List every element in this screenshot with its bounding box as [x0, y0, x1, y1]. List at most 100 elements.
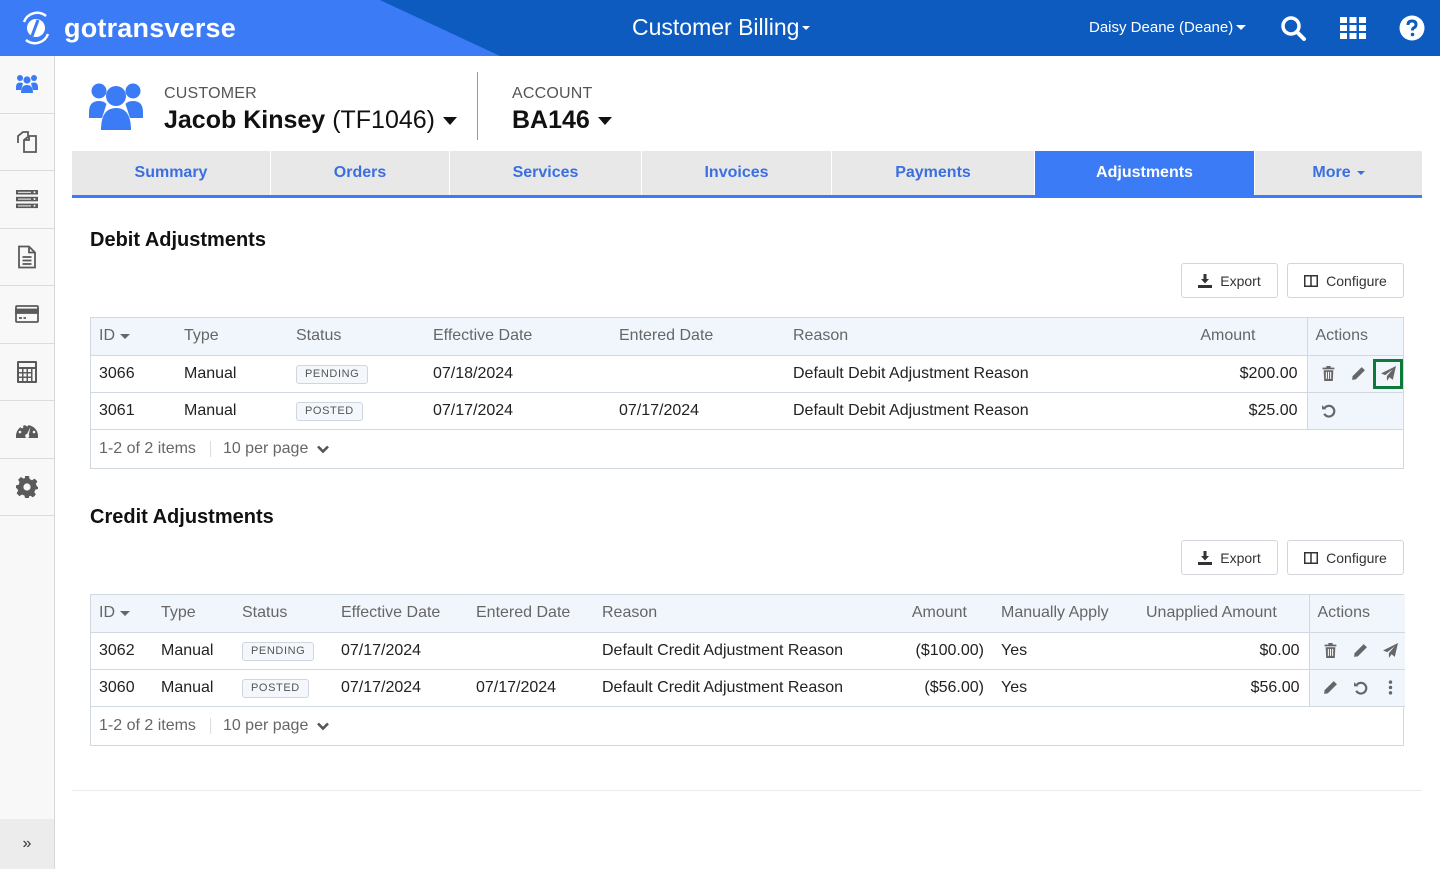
column-header-entered-date[interactable]: Entered Date	[611, 318, 785, 356]
search-icon[interactable]	[1279, 14, 1307, 42]
reverse-button[interactable]	[1314, 396, 1344, 426]
account-selector[interactable]: ACCOUNT BA146	[512, 72, 612, 135]
sidebar-item-settings[interactable]	[0, 459, 54, 516]
brand-logo[interactable]: gotransverse	[18, 10, 236, 46]
column-header-id[interactable]: ID	[91, 318, 176, 356]
calculator-icon	[17, 360, 37, 383]
column-header-manually-apply[interactable]: Manually Apply	[993, 595, 1138, 633]
user-menu[interactable]: Daisy Deane (Deane)	[1089, 19, 1247, 36]
brand-name: gotransverse	[64, 12, 236, 43]
sidebar-item-payments[interactable]	[0, 286, 54, 344]
tab-more-label: More	[1312, 164, 1351, 181]
delete-button[interactable]	[1316, 636, 1346, 666]
post-button[interactable]	[1375, 636, 1405, 666]
tab-summary[interactable]: Summary	[72, 151, 271, 195]
tab-payments[interactable]: Payments	[832, 151, 1035, 195]
column-header-reason[interactable]: Reason	[785, 318, 1085, 356]
column-header-type[interactable]: Type	[176, 318, 288, 356]
column-header-status[interactable]: Status	[288, 318, 425, 356]
column-header-status[interactable]: Status	[234, 595, 333, 633]
sidebar-item-documents[interactable]	[0, 114, 54, 171]
tab-orders[interactable]: Orders	[271, 151, 450, 195]
column-header-effective-date[interactable]: Effective Date	[333, 595, 468, 633]
cell-amount: ($56.00)	[854, 669, 993, 707]
export-label: Export	[1220, 549, 1261, 566]
debit-adjustments-title: Debit Adjustments	[90, 229, 266, 251]
column-header-effective-date[interactable]: Effective Date	[425, 318, 611, 356]
sidebar-item-calculator[interactable]	[0, 344, 54, 401]
cell-id: 3061	[91, 392, 176, 430]
sidebar-expand-button[interactable]: »	[0, 819, 54, 869]
per-page-dropdown[interactable]: 10 per page	[223, 440, 330, 458]
post-button[interactable]	[1373, 358, 1403, 389]
cell-type: Manual	[176, 355, 288, 393]
customer-code: (TF1046)	[332, 106, 435, 134]
debit-pager: 1-2 of 2 items 10 per page	[91, 430, 1403, 468]
chevron-down-icon	[317, 445, 330, 453]
table-row[interactable]: 3061 Manual POSTED 07/17/2024 07/17/2024…	[91, 392, 1403, 430]
caret-down-icon	[597, 116, 612, 125]
column-header-type[interactable]: Type	[153, 595, 234, 633]
credit-card-icon	[15, 305, 39, 324]
customer-name: Jacob Kinsey	[164, 106, 326, 134]
cell-entered-date: 07/17/2024	[611, 392, 785, 430]
column-header-id[interactable]: ID	[91, 595, 153, 633]
more-vertical-icon	[1388, 680, 1392, 695]
pager-summary: 1-2 of 2 items	[99, 439, 196, 457]
credit-export-button[interactable]: Export	[1181, 540, 1278, 575]
send-icon	[1382, 643, 1398, 658]
column-header-amount[interactable]: Amount	[1085, 318, 1307, 356]
columns-icon	[1304, 551, 1319, 564]
account-dropdown[interactable]: BA146	[512, 106, 612, 135]
gauge-icon	[16, 423, 38, 439]
debit-configure-button[interactable]: Configure	[1287, 263, 1404, 298]
apps-grid-icon[interactable]	[1339, 14, 1367, 42]
cell-effective-date: 07/17/2024	[333, 632, 468, 670]
tab-services[interactable]: Services	[450, 151, 642, 195]
reverse-button[interactable]	[1345, 673, 1375, 703]
column-header-amount[interactable]: Amount	[854, 595, 993, 633]
cell-effective-date: 07/17/2024	[333, 669, 468, 707]
edit-button[interactable]	[1316, 673, 1346, 703]
edit-button[interactable]	[1343, 359, 1373, 389]
table-row[interactable]: 3060 Manual POSTED 07/17/2024 07/17/2024…	[91, 669, 1405, 707]
app-switcher[interactable]: Customer Billing	[632, 14, 811, 41]
undo-icon	[1322, 404, 1336, 418]
tab-adjustments[interactable]: Adjustments	[1035, 151, 1255, 195]
customer-selector[interactable]: CUSTOMER Jacob Kinsey (TF1046)	[164, 72, 457, 135]
column-header-reason[interactable]: Reason	[594, 595, 854, 633]
sidebar-item-invoices[interactable]	[0, 229, 54, 286]
more-actions-button[interactable]	[1375, 673, 1405, 703]
table-row[interactable]: 3066 Manual PENDING 07/18/2024 Default D…	[91, 355, 1403, 393]
credit-adjustments-grid: ID Type Status Effective Date Entered Da…	[90, 594, 1405, 746]
help-icon[interactable]	[1398, 14, 1426, 42]
download-icon	[1198, 273, 1213, 288]
sidebar-item-dashboard[interactable]	[0, 401, 54, 459]
column-header-entered-date[interactable]: Entered Date	[468, 595, 594, 633]
debit-adjustments-grid: ID Type Status Effective Date Entered Da…	[90, 317, 1404, 469]
tab-invoices[interactable]: Invoices	[642, 151, 832, 195]
credit-configure-button[interactable]: Configure	[1287, 540, 1404, 575]
table-row[interactable]: 3062 Manual PENDING 07/17/2024 Default C…	[91, 632, 1405, 670]
caret-down-icon	[1356, 171, 1365, 175]
delete-button[interactable]	[1314, 359, 1344, 389]
tab-more[interactable]: More	[1255, 151, 1422, 195]
pager-summary: 1-2 of 2 items	[99, 716, 196, 734]
pencil-icon	[1323, 681, 1337, 694]
cell-actions	[1308, 669, 1405, 707]
status-badge: POSTED	[296, 401, 363, 421]
cell-reason: Default Credit Adjustment Reason	[594, 669, 854, 707]
header-divider	[477, 72, 478, 140]
column-header-unapplied-amount[interactable]: Unapplied Amount	[1138, 595, 1309, 633]
debit-export-button[interactable]: Export	[1181, 263, 1278, 298]
sidebar-item-services[interactable]	[0, 171, 54, 229]
trash-icon	[1322, 366, 1335, 381]
trash-icon	[1324, 643, 1337, 658]
cell-type: Manual	[153, 632, 234, 670]
edit-button[interactable]	[1345, 636, 1375, 666]
customer-dropdown[interactable]: Jacob Kinsey (TF1046)	[164, 106, 457, 135]
tab-bar: Summary Orders Services Invoices Payment…	[72, 151, 1422, 198]
sidebar-item-customers[interactable]	[0, 56, 54, 114]
account-label: ACCOUNT	[512, 85, 593, 102]
per-page-dropdown[interactable]: 10 per page	[223, 717, 330, 735]
